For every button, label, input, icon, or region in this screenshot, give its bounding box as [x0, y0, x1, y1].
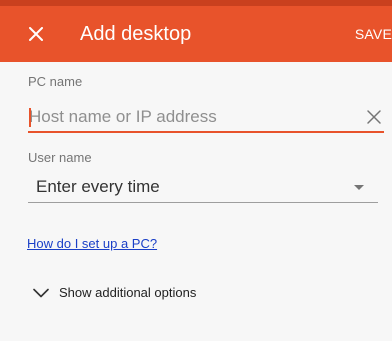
user-name-underline — [28, 202, 378, 203]
show-additional-options-toggle[interactable]: Show additional options — [33, 283, 196, 303]
clear-icon[interactable] — [366, 109, 382, 125]
user-name-selected-value: Enter every time — [36, 177, 160, 196]
dropdown-arrow-icon[interactable] — [354, 185, 364, 190]
close-icon — [29, 27, 43, 41]
pc-name-input[interactable] — [28, 103, 349, 131]
close-button[interactable] — [22, 20, 50, 48]
user-name-select[interactable]: Enter every time — [28, 173, 378, 203]
page-title: Add desktop — [80, 23, 192, 45]
setup-help-link[interactable]: How do I set up a PC? — [27, 236, 157, 252]
pc-name-label: PC name — [28, 74, 83, 89]
pc-name-field-row — [28, 103, 384, 133]
chevron-down-icon — [33, 288, 49, 298]
show-additional-options-label: Show additional options — [59, 285, 197, 300]
app-toolbar: Add desktop SAVE — [0, 6, 392, 62]
user-name-label: User name — [28, 150, 92, 165]
text-cursor — [29, 108, 31, 127]
pc-name-underline — [28, 131, 384, 133]
save-button[interactable]: SAVE — [355, 25, 392, 43]
